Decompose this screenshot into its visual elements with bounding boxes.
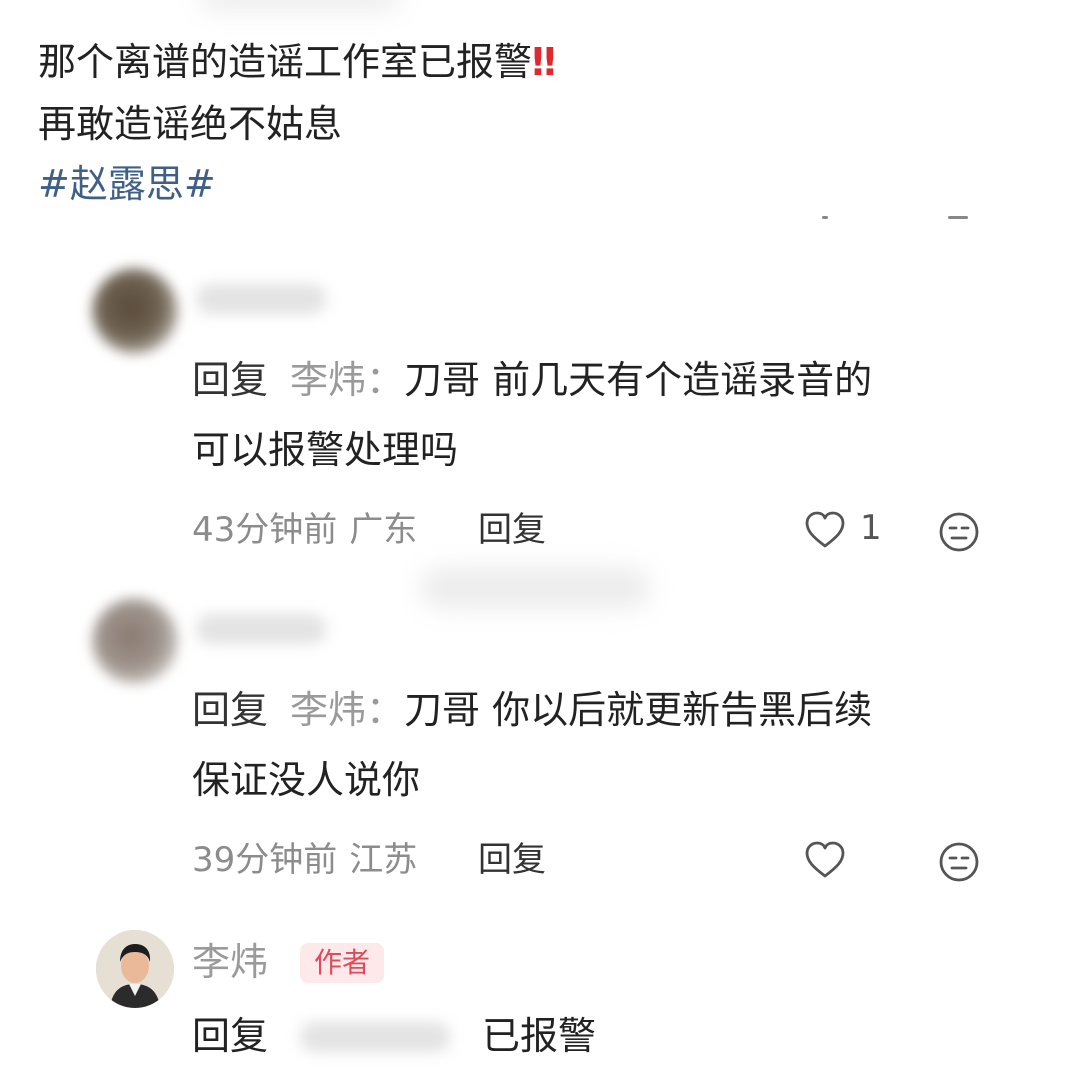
reply-target-blurred [300,1022,450,1052]
top-blur-remnant [200,0,400,10]
dislike-button[interactable] [937,840,981,884]
blurred-region [420,568,650,608]
comment-text: 刀哥 前几天有个造谣录音的 [404,358,873,402]
commenter-name-blurred [196,284,326,314]
post-text-line2: 再敢造谣绝不姑息 [38,102,343,146]
comment-time: 43分钟前 [192,510,338,550]
like-count: 1 [860,508,882,548]
hashtag-link[interactable]: #赵露思# [38,160,216,208]
comment-location: 广东 [349,510,418,550]
comment-text: 刀哥 你以后就更新告黑后续 [404,688,873,732]
commenter-name-blurred [196,614,326,644]
author-reply-label: 回复 [192,1014,269,1058]
heart-outline-icon [805,511,845,548]
reply-button[interactable]: 回复 [478,838,546,882]
post-text-main: 那个离谱的造谣工作室已报警 [38,40,533,84]
dislike-button[interactable] [937,510,981,554]
person-photo-icon [96,930,174,1008]
comment-text-line2: 保证没人说你 [192,758,421,802]
divider-dash [948,216,968,219]
commenter-avatar[interactable] [92,598,178,684]
like-button[interactable] [803,510,847,550]
comment-text-line2: 可以报警处理吗 [192,428,459,472]
commenter-avatar[interactable] [92,268,178,354]
reply-to-name[interactable]: 李炜： [290,358,404,402]
reply-button[interactable]: 回复 [478,508,546,552]
author-avatar[interactable] [96,930,174,1008]
heart-outline-icon [805,841,845,878]
author-reply-text: 已报警 [482,1014,597,1058]
double-exclamation-icon: ‼ [532,40,556,84]
reply-label: 回复 [192,358,269,402]
reply-label: 回复 [192,688,269,732]
comment-time-location: 39分钟前 江苏 [192,838,417,882]
author-badge: 作者 [300,943,385,983]
reply-to-name[interactable]: 李炜： [290,688,404,732]
like-button[interactable] [803,840,847,880]
comment-time-location: 43分钟前 广东 [192,508,417,552]
comment-text-line1: 回复 李炜：刀哥 你以后就更新告黑后续 [192,686,872,734]
comment-text-line1: 回复 李炜：刀哥 前几天有个造谣录音的 [192,356,872,404]
neutral-face-icon [939,842,979,882]
author-name[interactable]: 李炜 [192,938,268,986]
comment-time: 39分钟前 [192,840,338,880]
post-text-line1: 那个离谱的造谣工作室已报警‼ [38,38,556,86]
divider-dot [822,216,828,219]
comment-location: 江苏 [349,840,418,880]
neutral-face-icon [939,512,979,552]
